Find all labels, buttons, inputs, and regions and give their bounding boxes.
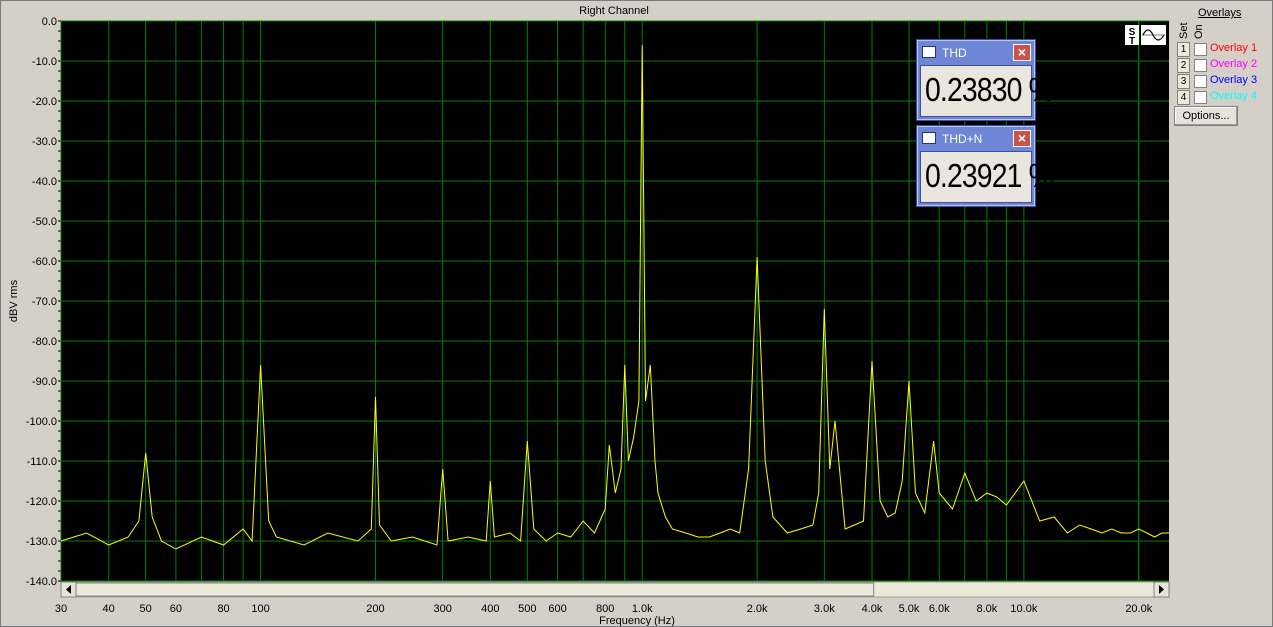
chart-title: Right Channel xyxy=(579,5,649,17)
x-tick-label: 6.0k xyxy=(929,603,950,615)
x-tick-label: 50 xyxy=(140,603,152,615)
x-tick-label: 60 xyxy=(170,603,182,615)
y-axis-title: dBV rms xyxy=(8,279,20,322)
meter-icon xyxy=(922,132,936,144)
y-tick-label: -120.0 xyxy=(26,496,57,508)
x-tick-label: 600 xyxy=(548,603,566,615)
overlay-set-button[interactable]: 1 xyxy=(1177,42,1190,57)
thd-n-meter[interactable]: THD+N × 0.23921 % xyxy=(916,125,1054,207)
x-tick-label: 10.0k xyxy=(1010,603,1037,615)
y-tick-label: 0.0 xyxy=(42,16,57,28)
y-tick-label: -90.0 xyxy=(32,376,57,388)
on-column-label: On xyxy=(1193,24,1205,39)
thd-n-value: 0.23921 % xyxy=(925,157,1054,194)
x-tick-label: 30 xyxy=(55,603,67,615)
y-tick-label: -60.0 xyxy=(32,256,57,268)
x-tick-label: 800 xyxy=(596,603,614,615)
meter-title: THD xyxy=(942,46,967,60)
y-tick-label: -140.0 xyxy=(26,576,57,588)
thd-meter[interactable]: THD × 0.23830 % xyxy=(916,39,1054,121)
y-tick-label: -10.0 xyxy=(32,56,57,68)
y-tick-label: -70.0 xyxy=(32,296,57,308)
x-tick-label: 8.0k xyxy=(977,603,998,615)
overlay-set-button[interactable]: 4 xyxy=(1177,90,1190,105)
overlay-label: Overlay 4 xyxy=(1210,90,1258,102)
x-tick-label: 2.0k xyxy=(747,603,768,615)
x-tick-label: 1.0k xyxy=(632,603,653,615)
x-tick-label: 5.0k xyxy=(899,603,920,615)
options-button[interactable]: Options... xyxy=(1174,106,1238,126)
meter-titlebar[interactable]: THD+N × xyxy=(920,129,1032,149)
y-tick-label: -30.0 xyxy=(32,136,57,148)
overlay-on-checkbox[interactable] xyxy=(1194,59,1207,72)
overlay-label: Overlay 1 xyxy=(1210,42,1258,54)
overlay-set-button[interactable]: 2 xyxy=(1177,58,1190,73)
meter-display: 0.23830 % xyxy=(920,65,1054,117)
meter-display: 0.23921 % xyxy=(920,151,1054,203)
overlay-label: Overlay 2 xyxy=(1210,58,1258,70)
svg-text:T: T xyxy=(1129,36,1135,47)
horizontal-scrollbar[interactable] xyxy=(60,581,1170,598)
x-axis-title: Frequency (Hz) xyxy=(599,615,675,626)
st-icon[interactable]: S T xyxy=(1125,25,1139,47)
y-tick-labels: 0.0 -10.0 -20.0 -30.0 -40.0 -50.0 -60.0 -70.0 -8… xyxy=(26,16,57,588)
x-tick-label: 20.0k xyxy=(1125,603,1152,615)
x-tick-label: 400 xyxy=(481,603,499,615)
y-tick-label: -50.0 xyxy=(32,216,57,228)
close-icon[interactable]: × xyxy=(1013,44,1031,61)
overlay-on-checkbox[interactable] xyxy=(1194,43,1207,56)
y-tick-label: -20.0 xyxy=(32,96,57,108)
overlay-on-checkbox[interactable] xyxy=(1194,75,1207,88)
x-tick-label: 80 xyxy=(217,603,229,615)
scroll-thumb[interactable] xyxy=(75,582,875,597)
x-tick-label: 300 xyxy=(433,603,451,615)
x-tick-label: 3.0k xyxy=(814,603,835,615)
x-tick-label: 500 xyxy=(518,603,536,615)
set-column-label: Set xyxy=(1178,22,1190,39)
overlays-header: Overlays xyxy=(1198,7,1242,19)
spectrum-chart: Right Channel 0.0 -10.0 -20.0 -30.0 -40.0 -50… xyxy=(8,5,1170,626)
x-tick-label: 100 xyxy=(251,603,269,615)
sine-wave-icon[interactable] xyxy=(1141,25,1166,45)
analyzer-window: Right Channel 0.0 -10.0 -20.0 -30.0 -40.0 -50… xyxy=(0,0,1273,627)
overlay-set-button[interactable]: 3 xyxy=(1177,74,1190,89)
y-tick-label: -40.0 xyxy=(32,176,57,188)
meter-icon xyxy=(922,46,936,58)
y-tick-label: -110.0 xyxy=(27,456,57,468)
overlay-on-checkbox[interactable] xyxy=(1194,91,1207,104)
y-tick-label: -100.0 xyxy=(26,416,57,428)
y-tick-label: -80.0 xyxy=(32,336,57,348)
meter-titlebar[interactable]: THD × xyxy=(920,43,1032,63)
x-tick-labels: 30 40 50 60 80 100 200 300 400 500 600 800 1.0k 2.0k 3… xyxy=(55,603,1153,615)
thd-value: 0.23830 % xyxy=(925,71,1054,108)
close-icon[interactable]: × xyxy=(1013,130,1031,147)
meter-title: THD+N xyxy=(942,132,983,146)
x-tick-label: 4.0k xyxy=(862,603,883,615)
overlay-label: Overlay 3 xyxy=(1210,74,1258,86)
x-tick-label: 200 xyxy=(366,603,384,615)
x-tick-label: 40 xyxy=(103,603,115,615)
y-tick-label: -130.0 xyxy=(26,536,57,548)
